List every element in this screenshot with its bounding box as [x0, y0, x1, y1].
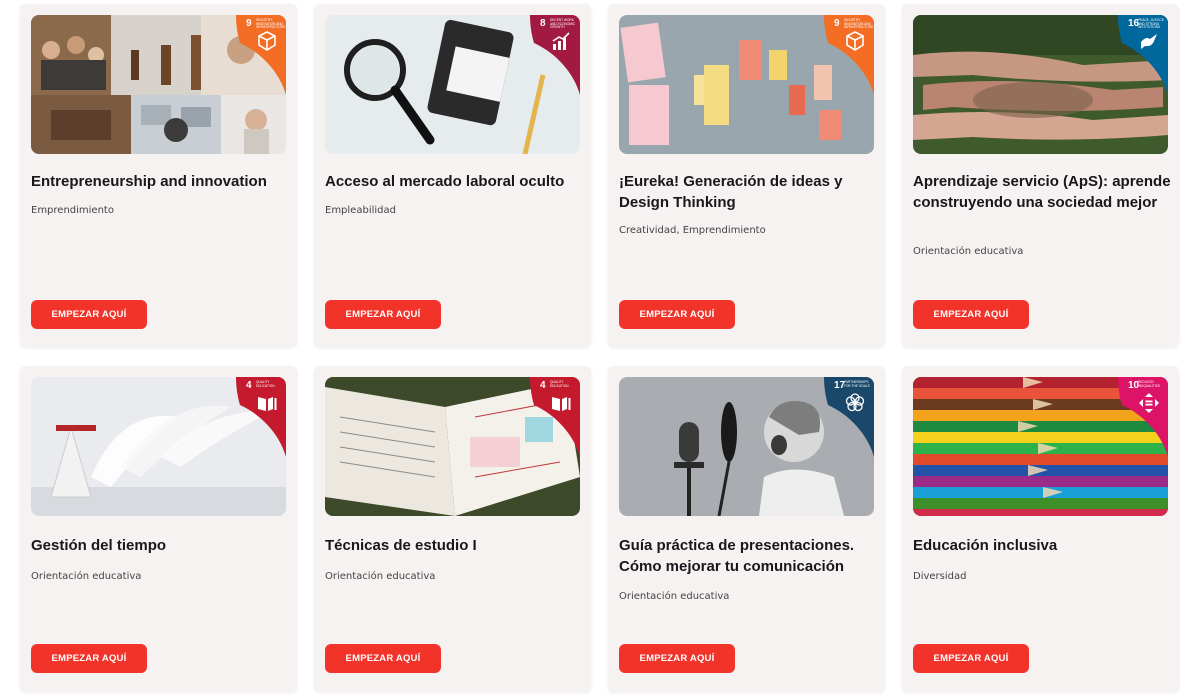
- course-title[interactable]: Aprendizaje servicio (ApS): aprende cons…: [913, 172, 1171, 213]
- course-thumbnail[interactable]: 17 PARTNERSHIPS FOR THE GOALS: [619, 377, 874, 516]
- course-title[interactable]: Gestión del tiempo: [31, 536, 289, 557]
- start-here-button[interactable]: EMPEZAR AQUÍ: [325, 644, 441, 673]
- sdg-number: 8: [540, 18, 546, 29]
- course-thumbnail[interactable]: 9 INDUSTRY, INNOVATION AND INFRASTRUCTUR…: [619, 15, 874, 154]
- sdg-label: PEACE, JUSTICE AND STRONG INSTITUTIONS: [1138, 18, 1164, 30]
- book-icon: [550, 392, 572, 414]
- course-title[interactable]: Entrepreneurship and innovation: [31, 172, 289, 193]
- course-card: 16 PEACE, JUSTICE AND STRONG INSTITUTION…: [902, 4, 1179, 347]
- course-category: Emprendimiento: [31, 205, 114, 216]
- course-title[interactable]: Acceso al mercado laboral oculto: [325, 172, 583, 193]
- equality-arrows-icon: [1138, 392, 1160, 414]
- course-title[interactable]: Educación inclusiva: [913, 536, 1171, 557]
- flower-icon: [844, 392, 866, 414]
- course-category: Empleabilidad: [325, 205, 396, 216]
- course-thumbnail[interactable]: 9 INDUSTRY, INNOVATION AND INFRASTRUCTUR…: [31, 15, 286, 154]
- start-here-button[interactable]: EMPEZAR AQUÍ: [619, 300, 735, 329]
- course-title[interactable]: ¡Eureka! Generación de ideas y Design Th…: [619, 172, 877, 213]
- start-here-button[interactable]: EMPEZAR AQUÍ: [325, 300, 441, 329]
- sdg-number: 9: [246, 18, 252, 29]
- course-card: 8 DECENT WORK AND ECONOMIC GROWTH Acceso…: [314, 4, 591, 347]
- course-thumbnail[interactable]: 8 DECENT WORK AND ECONOMIC GROWTH: [325, 15, 580, 154]
- course-category: Orientación educativa: [913, 246, 1024, 257]
- sdg-label: INDUSTRY, INNOVATION AND INFRASTRUCTURE: [256, 18, 286, 30]
- course-title[interactable]: Guía práctica de presentaciones. Cómo me…: [619, 536, 877, 577]
- growth-chart-icon: [550, 30, 572, 52]
- sdg-number: 4: [540, 380, 546, 391]
- course-category: Orientación educativa: [31, 571, 142, 582]
- course-card: 4 QUALITY EDUCATION Técnicas de estudio …: [314, 366, 591, 692]
- course-category: Diversidad: [913, 571, 967, 582]
- course-title[interactable]: Técnicas de estudio I: [325, 536, 583, 557]
- course-card: 10 REDUCED INEQUALITIES Educación inclus…: [902, 366, 1179, 692]
- course-thumbnail[interactable]: 4 QUALITY EDUCATION: [31, 377, 286, 516]
- sdg-label: REDUCED INEQUALITIES: [1138, 380, 1160, 388]
- start-here-button[interactable]: EMPEZAR AQUÍ: [913, 644, 1029, 673]
- sdg-label: PARTNERSHIPS FOR THE GOALS: [844, 380, 870, 388]
- course-category: Orientación educativa: [325, 571, 436, 582]
- course-thumbnail[interactable]: 10 REDUCED INEQUALITIES: [913, 377, 1168, 516]
- sdg-label: QUALITY EDUCATION: [256, 380, 275, 388]
- start-here-button[interactable]: EMPEZAR AQUÍ: [619, 644, 735, 673]
- sdg-label: INDUSTRY, INNOVATION AND INFRASTRUCTURE: [844, 18, 874, 30]
- course-card: 9 INDUSTRY, INNOVATION AND INFRASTRUCTUR…: [20, 4, 297, 347]
- course-card: 4 QUALITY EDUCATION Gestión del tiempo O…: [20, 366, 297, 692]
- start-here-button[interactable]: EMPEZAR AQUÍ: [913, 300, 1029, 329]
- dove-icon: [1138, 30, 1160, 52]
- sdg-label: QUALITY EDUCATION: [550, 380, 569, 388]
- course-card: 9 INDUSTRY, INNOVATION AND INFRASTRUCTUR…: [608, 4, 885, 347]
- cube-icon: [256, 30, 278, 52]
- sdg-number: 4: [246, 380, 252, 391]
- course-thumbnail[interactable]: 4 QUALITY EDUCATION: [325, 377, 580, 516]
- course-category: Creatividad, Emprendimiento: [619, 225, 766, 236]
- start-here-button[interactable]: EMPEZAR AQUÍ: [31, 644, 147, 673]
- sdg-label: DECENT WORK AND ECONOMIC GROWTH: [550, 18, 576, 30]
- course-thumbnail[interactable]: 16 PEACE, JUSTICE AND STRONG INSTITUTION…: [913, 15, 1168, 154]
- sdg-number: 9: [834, 18, 840, 29]
- cube-icon: [844, 30, 866, 52]
- course-category: Orientación educativa: [619, 591, 730, 602]
- course-card: 17 PARTNERSHIPS FOR THE GOALS Guía práct…: [608, 366, 885, 692]
- start-here-button[interactable]: EMPEZAR AQUÍ: [31, 300, 147, 329]
- book-icon: [256, 392, 278, 414]
